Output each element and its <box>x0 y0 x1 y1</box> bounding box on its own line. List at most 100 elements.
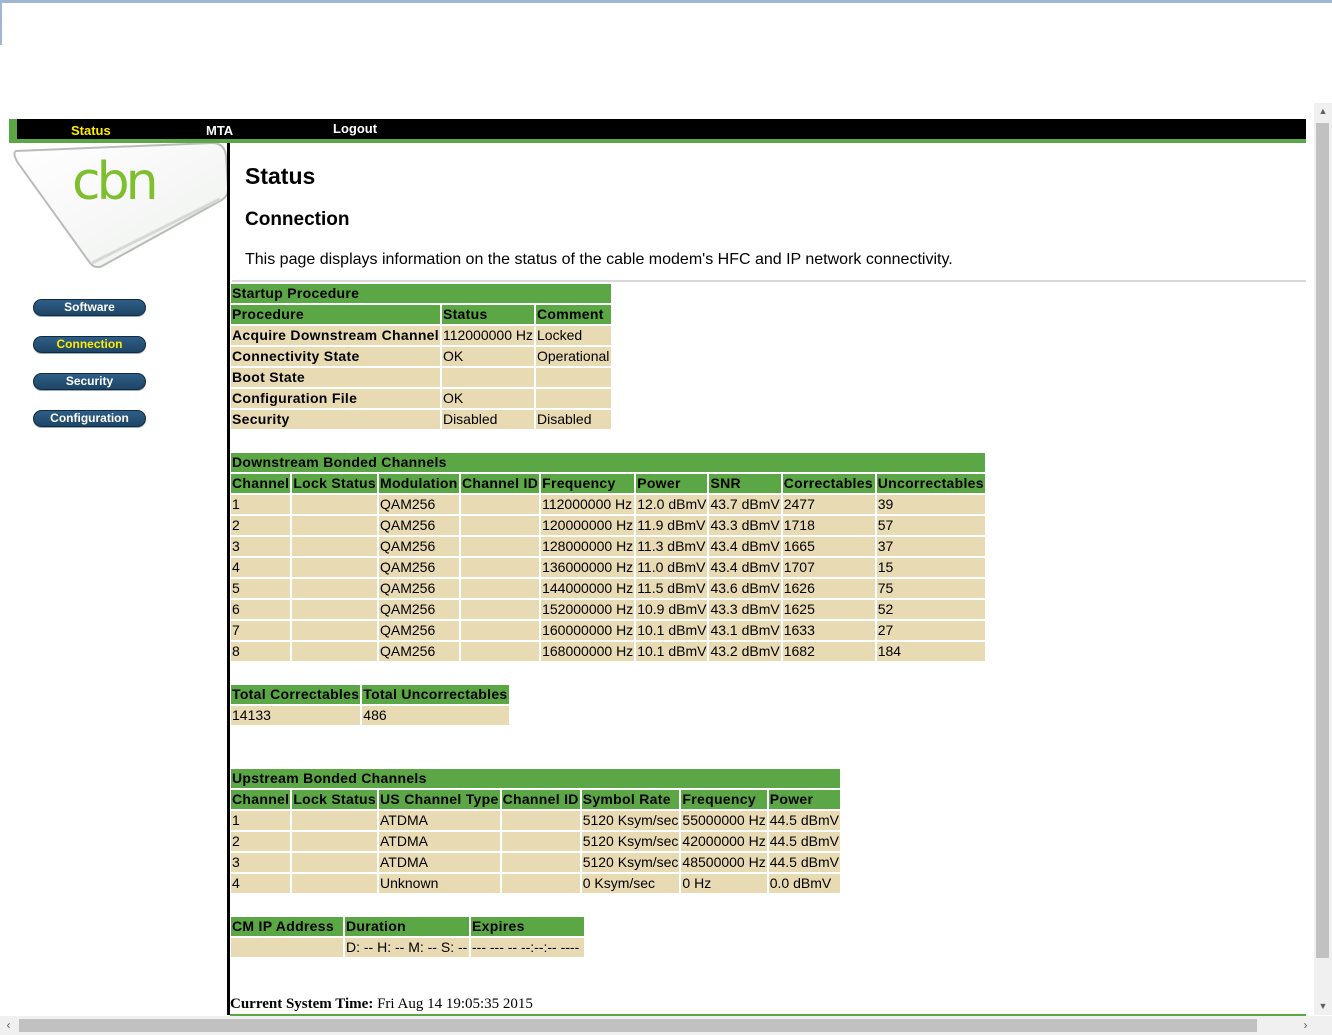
table-cell: Disabled <box>536 410 611 429</box>
horizontal-scroll-thumb[interactable] <box>19 1019 1257 1032</box>
column-header: Lock Status <box>292 474 377 493</box>
table-cell <box>501 832 580 851</box>
table-cell <box>292 811 377 830</box>
table-cell: QAM256 <box>378 558 459 577</box>
table-row: D: -- H: -- M: -- S: -- --- --- -- --:--… <box>231 938 584 957</box>
table-cell: 160000000 Hz <box>541 621 635 640</box>
table-cell <box>441 368 534 387</box>
cm-ip-table: CM IP Address Duration Expires D: -- H: … <box>229 915 586 959</box>
table-cell <box>460 621 540 640</box>
table-cell: 44.5 dBmV <box>768 832 840 851</box>
nav-status-link[interactable]: Status <box>71 123 111 138</box>
table-cell: 0 Ksym/sec <box>581 874 680 893</box>
column-header: Comment <box>536 305 611 324</box>
table-cell: 43.2 dBmV <box>709 642 781 661</box>
scrollbar-corner <box>1314 1016 1332 1035</box>
horizontal-scrollbar[interactable]: ‹ › <box>0 1016 1314 1035</box>
system-time: Current System Time: Fri Aug 14 19:05:35… <box>230 996 533 1013</box>
table-cell: 0.0 dBmV <box>768 874 840 893</box>
table-cell: 152000000 Hz <box>541 600 635 619</box>
section-title: Connection <box>245 209 350 230</box>
window-left-border <box>0 3 2 45</box>
table-row: 1 QAM256 112000000 Hz 12.0 dBmV 43.7 dBmV 247… <box>231 495 985 514</box>
table-cell: 1626 <box>782 579 875 598</box>
scroll-right-arrow-icon[interactable]: › <box>1297 1016 1314 1035</box>
table-row: 14133 486 <box>231 706 509 725</box>
scroll-left-arrow-icon[interactable]: ‹ <box>0 1016 17 1035</box>
column-header: Modulation <box>378 474 459 493</box>
table-cell: 1 <box>231 495 291 514</box>
upstream-channels-table: Upstream Bonded Channels Channel Lock St… <box>229 767 842 895</box>
table-cell: QAM256 <box>378 642 459 661</box>
table-cell: 5120 Ksym/sec <box>581 832 680 851</box>
table-cell: 7 <box>231 621 291 640</box>
table-row: 2 ATDMA 5120 Ksym/sec 42000000 Hz 44.5 dBmV <box>231 832 840 851</box>
table-cell: 1665 <box>782 537 875 556</box>
table-cell: 48500000 Hz <box>681 853 767 872</box>
table-cell <box>292 537 377 556</box>
nav-mta-link[interactable]: MTA <box>206 123 233 138</box>
table-cell: Disabled <box>441 410 534 429</box>
table-cell: 10.1 dBmV <box>636 642 708 661</box>
column-header: Status <box>441 305 534 324</box>
table-cell: QAM256 <box>378 495 459 514</box>
table-cell: 1682 <box>782 642 875 661</box>
table-cell <box>460 642 540 661</box>
table-cell: 136000000 Hz <box>541 558 635 577</box>
column-header: Channel <box>231 790 291 809</box>
sidebar-connection-button[interactable]: Connection <box>33 336 146 353</box>
column-header: US Channel Type <box>378 790 500 809</box>
table-cell: ATDMA <box>378 832 500 851</box>
table-cell: 2 <box>231 832 291 851</box>
column-header: Power <box>768 790 840 809</box>
table-cell <box>292 853 377 872</box>
table-cell: 12.0 dBmV <box>636 495 708 514</box>
table-cell: 6 <box>231 600 291 619</box>
table-title: Startup Procedure <box>231 284 611 303</box>
table-cell: 168000000 Hz <box>541 642 635 661</box>
table-cell: 112000000 Hz <box>441 326 534 345</box>
table-cell: 43.4 dBmV <box>709 558 781 577</box>
column-header: Power <box>636 474 708 493</box>
column-header: Symbol Rate <box>581 790 680 809</box>
table-cell <box>292 600 377 619</box>
sidebar-software-button[interactable]: Software <box>33 299 146 316</box>
table-row: Security Disabled Disabled <box>231 410 611 429</box>
table-cell: QAM256 <box>378 621 459 640</box>
table-cell <box>231 938 343 957</box>
vertical-scroll-thumb[interactable] <box>1316 123 1329 958</box>
table-cell <box>460 600 540 619</box>
table-cell: 10.1 dBmV <box>636 621 708 640</box>
table-row: 7 QAM256 160000000 Hz 10.1 dBmV 43.1 dBmV 163… <box>231 621 985 640</box>
scroll-down-arrow-icon[interactable]: ▼ <box>1314 998 1332 1015</box>
table-cell: Connectivity State <box>231 347 440 366</box>
startup-procedure-table: Startup Procedure Procedure Status Comme… <box>229 282 613 431</box>
table-cell: OK <box>441 347 534 366</box>
table-cell <box>501 853 580 872</box>
table-cell: OK <box>441 389 534 408</box>
table-title: Upstream Bonded Channels <box>231 769 840 788</box>
table-row: 5 QAM256 144000000 Hz 11.5 dBmV 43.6 dBmV 162… <box>231 579 985 598</box>
table-cell: 57 <box>876 516 985 535</box>
table-cell: 37 <box>876 537 985 556</box>
column-header: Channel ID <box>460 474 540 493</box>
sidebar-configuration-button[interactable]: Configuration <box>33 410 146 427</box>
table-cell: 8 <box>231 642 291 661</box>
table-cell: QAM256 <box>378 516 459 535</box>
column-header: Total Correctables <box>231 685 361 704</box>
system-time-value: Fri Aug 14 19:05:35 2015 <box>377 996 533 1012</box>
table-cell: QAM256 <box>378 537 459 556</box>
sidebar-security-button[interactable]: Security <box>33 373 146 390</box>
column-header: Frequency <box>681 790 767 809</box>
table-cell: 15 <box>876 558 985 577</box>
table-cell: 10.9 dBmV <box>636 600 708 619</box>
table-cell: 2 <box>231 516 291 535</box>
scroll-up-arrow-icon[interactable]: ▲ <box>1314 103 1332 120</box>
table-cell <box>501 874 580 893</box>
nav-logout-link[interactable]: Logout <box>333 121 377 136</box>
table-cell: 27 <box>876 621 985 640</box>
table-row: 4 QAM256 136000000 Hz 11.0 dBmV 43.4 dBmV 170… <box>231 558 985 577</box>
column-header: Uncorrectables <box>876 474 985 493</box>
vertical-scrollbar[interactable]: ▲ ▼ <box>1314 103 1332 1015</box>
table-row: 2 QAM256 120000000 Hz 11.9 dBmV 43.3 dBmV 171… <box>231 516 985 535</box>
